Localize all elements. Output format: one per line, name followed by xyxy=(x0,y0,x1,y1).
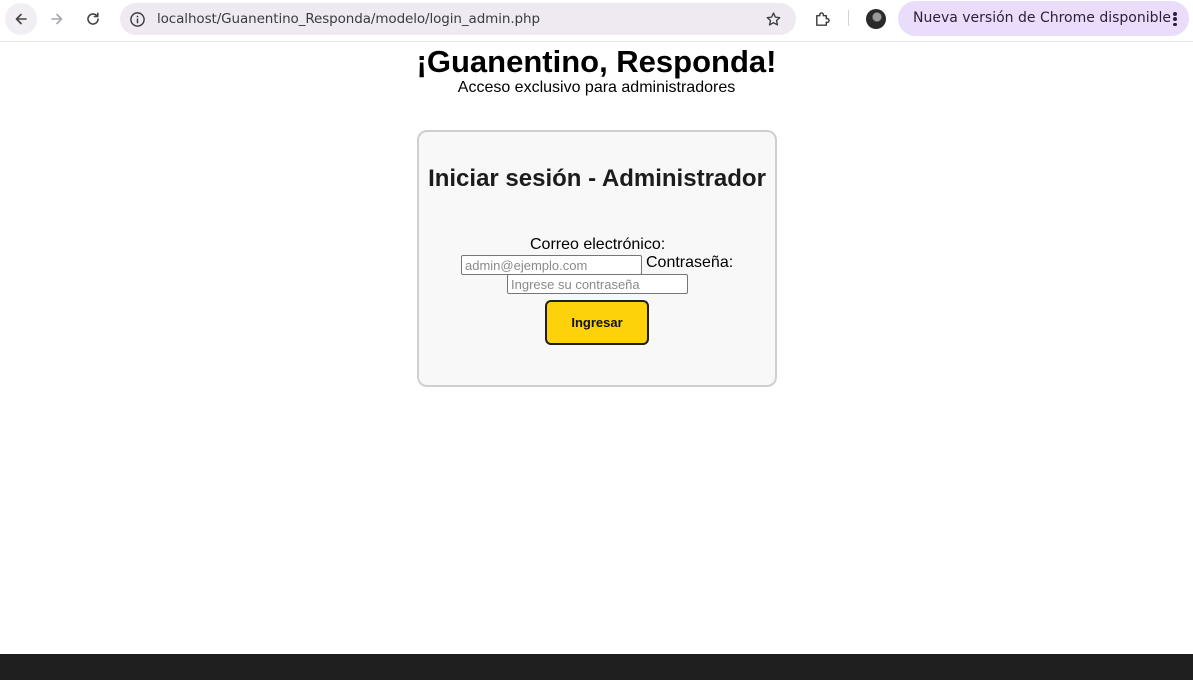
extensions-puzzle-icon[interactable] xyxy=(810,7,834,31)
os-taskbar xyxy=(0,654,1193,680)
toolbar-divider xyxy=(848,10,849,26)
email-input[interactable] xyxy=(461,255,642,275)
update-label: Nueva versión de Chrome disponible xyxy=(913,10,1171,26)
admin-login-form: Iniciar sesión - Administrador Correo el… xyxy=(417,130,777,387)
back-button[interactable] xyxy=(5,3,37,35)
email-label: Correo electrónico: xyxy=(530,236,666,253)
reload-button[interactable] xyxy=(77,3,109,35)
forward-button[interactable] xyxy=(41,3,73,35)
site-info-icon[interactable] xyxy=(128,10,146,28)
password-input[interactable] xyxy=(507,274,688,294)
arrow-right-icon xyxy=(51,13,63,25)
more-vert-icon[interactable] xyxy=(1171,10,1179,28)
url-text[interactable]: localhost/Guanentino_Responda/modelo/log… xyxy=(157,11,540,27)
address-bar[interactable]: localhost/Guanentino_Responda/modelo/log… xyxy=(120,3,796,35)
browser-toolbar: localhost/Guanentino_Responda/modelo/log… xyxy=(0,0,1193,42)
page-title: ¡Guanentino, Responda! xyxy=(416,44,777,79)
arrow-left-icon xyxy=(15,13,27,25)
profile-avatar[interactable] xyxy=(866,9,886,29)
password-label: Contraseña: xyxy=(646,254,734,271)
submit-button[interactable]: Ingresar xyxy=(545,300,649,345)
reload-icon xyxy=(87,12,99,25)
page-subtitle: Acceso exclusivo para administradores xyxy=(457,79,736,96)
bookmark-star-icon[interactable] xyxy=(764,10,782,28)
login-title: Iniciar sesión - Administrador xyxy=(428,165,766,192)
chrome-update-button[interactable]: Nueva versión de Chrome disponible xyxy=(898,1,1189,36)
